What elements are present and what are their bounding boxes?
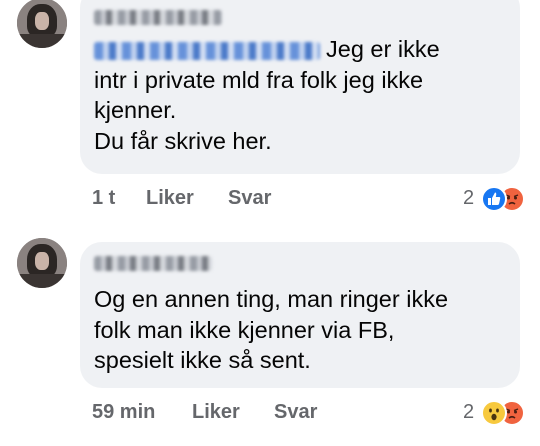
- wow-icon: [481, 400, 507, 426]
- comment-line: Og en annen ting, man ringer ikke: [94, 286, 449, 312]
- comment-2: Og en annen ting, man ringer ikke folk m…: [0, 236, 540, 446]
- comment-text: Og en annen ting, man ringer ikke folk m…: [94, 284, 504, 376]
- timestamp[interactable]: 1 t: [92, 187, 115, 210]
- comment-line: kjenner.: [94, 97, 177, 123]
- like-button[interactable]: Liker: [192, 401, 240, 424]
- comment-line: Jeg er ikke: [326, 36, 440, 62]
- comment-line: spesielt ikke så sent.: [94, 347, 311, 373]
- comment-line: folk man ikke kjenner via FB,: [94, 316, 395, 343]
- reaction-count: 2: [463, 187, 475, 209]
- like-button[interactable]: Liker: [146, 187, 194, 210]
- avatar[interactable]: [17, 0, 67, 48]
- author-name[interactable]: [94, 256, 212, 271]
- comment-bubble: Og en annen ting, man ringer ikke folk m…: [80, 242, 520, 388]
- reply-button[interactable]: Svar: [274, 401, 317, 424]
- avatar[interactable]: [17, 238, 67, 288]
- comment-line: Du får skrive her.: [94, 127, 272, 154]
- comment-bubble: Jeg er ikke intr i private mld fra folk …: [80, 0, 520, 174]
- reply-button[interactable]: Svar: [228, 187, 271, 210]
- comment-1: Jeg er ikke intr i private mld fra folk …: [0, 0, 540, 222]
- comment-line: intr i private mld fra folk jeg ikke: [94, 66, 424, 93]
- timestamp[interactable]: 59 min: [92, 401, 155, 424]
- author-name[interactable]: [94, 10, 222, 25]
- reaction-count: 2: [463, 401, 475, 423]
- comment-text: Jeg er ikke intr i private mld fra folk …: [94, 34, 504, 156]
- like-icon: [481, 186, 507, 212]
